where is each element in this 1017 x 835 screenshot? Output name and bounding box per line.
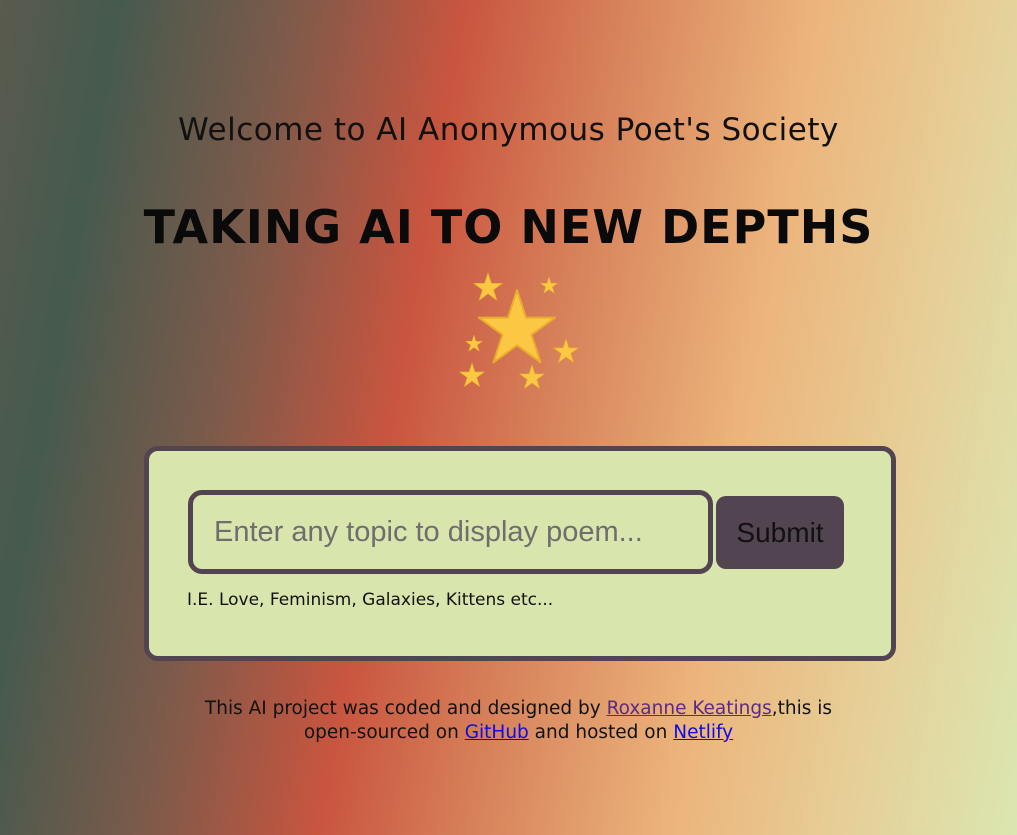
footer-text: ,this is [771, 698, 833, 719]
welcome-heading: Welcome to AI Anonymous Poet's Society [178, 112, 839, 148]
topic-input[interactable] [188, 490, 713, 574]
topic-hint: I.E. Love, Feminism, Galaxies, Kittens e… [187, 590, 554, 610]
footer-text: and hosted on [528, 722, 674, 743]
github-link[interactable]: GitHub [465, 722, 529, 743]
tagline-heading: TAKING AI TO NEW DEPTHS [143, 200, 874, 254]
submit-button[interactable]: Submit [716, 496, 844, 569]
footer-credits: This AI project was coded and designed b… [180, 697, 857, 745]
author-link[interactable]: Roxanne Keatings [607, 698, 772, 719]
footer-text: This AI project was coded and designed b… [204, 698, 607, 719]
netlify-link[interactable]: Netlify [673, 722, 733, 743]
footer-text: open-sourced on [303, 722, 465, 743]
sparkling-stars-icon [455, 270, 585, 395]
page: Welcome to AI Anonymous Poet's Society T… [0, 0, 1017, 835]
